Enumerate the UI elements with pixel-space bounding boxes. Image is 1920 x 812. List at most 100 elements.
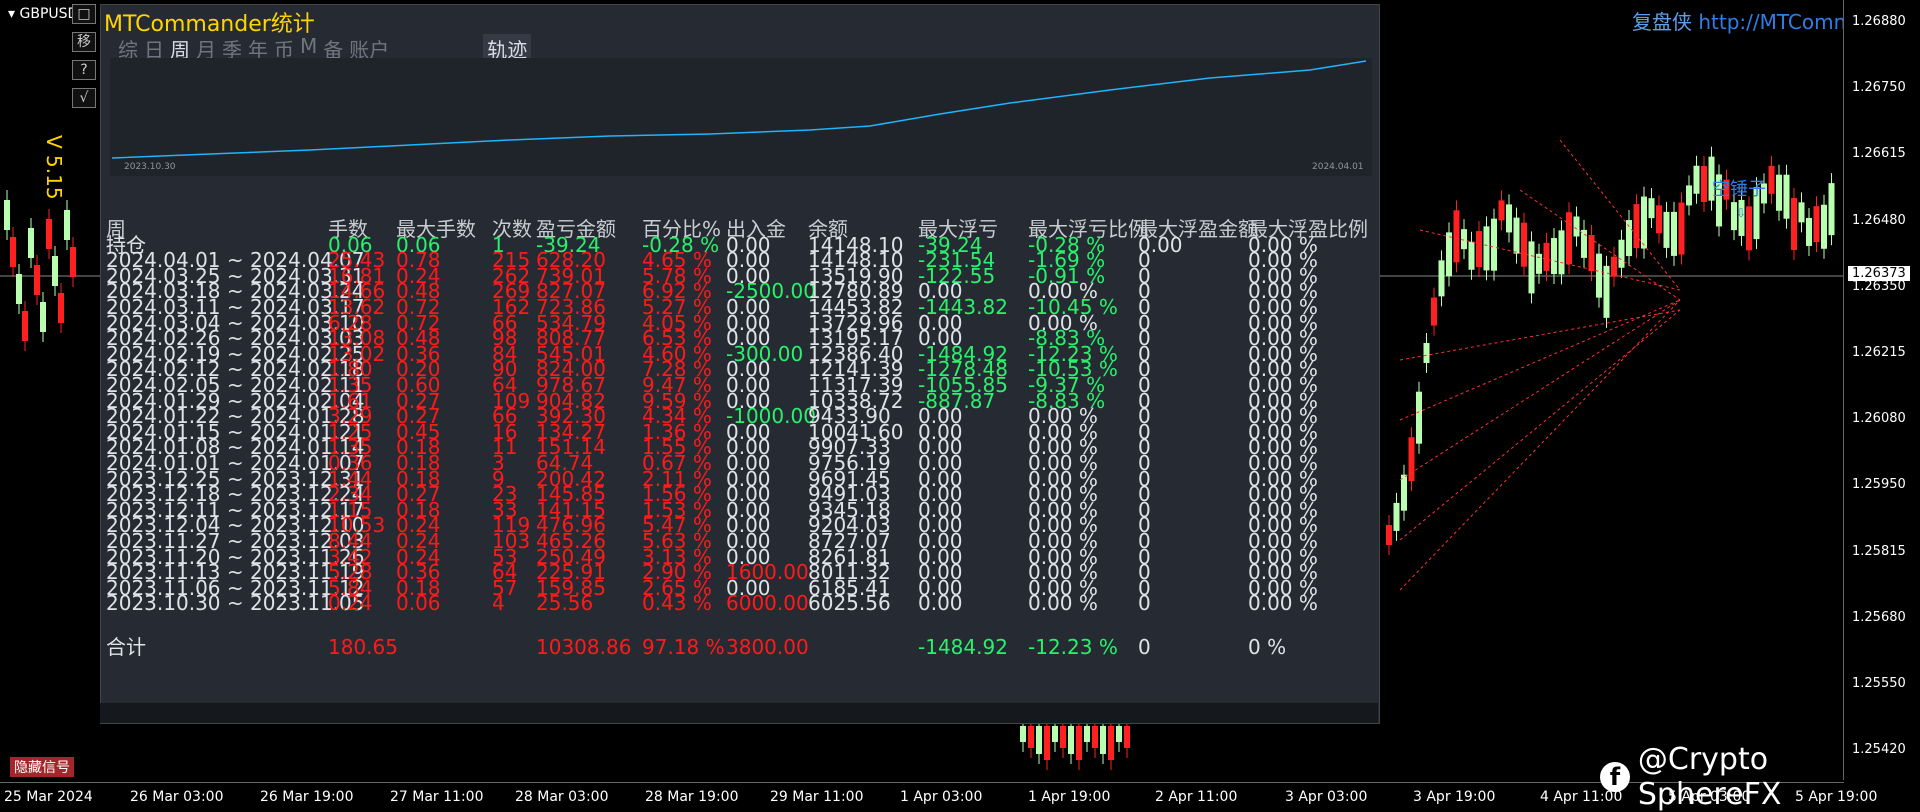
cell-pnl: 25.56	[536, 591, 594, 616]
price-tick: 1.26880	[1852, 14, 1906, 29]
trade-line	[1399, 299, 1681, 481]
candle	[1431, 297, 1437, 326]
annotation-text: 空锤子	[1712, 179, 1766, 200]
cell-max-float-loss-pct: 0.00 %	[1028, 591, 1098, 616]
candle	[1791, 198, 1797, 251]
cell-count: 4	[492, 591, 505, 616]
candle	[1573, 216, 1580, 237]
time-axis[interactable]: 25 Mar 2024 26 Mar 03:00 26 Mar 19:00 27 Ma…	[0, 782, 1877, 811]
cell-max-float-profit-pct: 0.00 %	[1248, 591, 1318, 616]
candle	[1468, 241, 1475, 270]
time-label: 28 Mar 19:00	[645, 789, 739, 805]
symbol-tab[interactable]: ▾ GBPUSD	[4, 6, 83, 22]
candle	[1408, 437, 1415, 482]
candle	[1438, 260, 1445, 297]
candle	[1656, 205, 1662, 234]
total-max-float-profit: 0	[1138, 634, 1151, 659]
price-tick: 1.26480	[1852, 212, 1906, 228]
candle	[22, 311, 28, 341]
candle	[1386, 525, 1392, 545]
brand-name: 复盘侠	[1632, 10, 1692, 34]
move-button[interactable]: 移	[72, 32, 96, 52]
brand-link[interactable]: 复盘侠 http://MTComm	[1632, 6, 1853, 35]
watermark-text: @Crypto SphereFX	[1637, 742, 1782, 812]
total-io: 3800.00	[726, 634, 809, 659]
candle	[28, 228, 34, 258]
candle	[1401, 474, 1407, 511]
candle	[1453, 210, 1460, 263]
equity-end-date: 2024.04.01	[1312, 162, 1364, 172]
candle	[1566, 212, 1572, 265]
price-tick: 1.25815	[1852, 543, 1906, 559]
candle	[1596, 253, 1602, 298]
candle	[1446, 232, 1452, 277]
candle	[10, 237, 16, 267]
time-label: 1 Apr 19:00	[1028, 789, 1111, 805]
current-price-label: 1.26373	[1848, 266, 1910, 281]
candle	[4, 200, 10, 230]
hide-signal-button[interactable]: 隐藏信号	[10, 757, 74, 777]
time-label: 29 Mar 11:00	[770, 789, 864, 805]
candle	[1084, 726, 1090, 742]
candle	[1648, 198, 1655, 219]
candle	[1821, 204, 1827, 249]
candle	[1483, 226, 1490, 271]
candle	[1108, 726, 1114, 760]
candle	[1641, 196, 1647, 249]
candle	[1020, 726, 1026, 742]
time-label: 26 Mar 03:00	[130, 789, 224, 805]
candle	[1783, 174, 1790, 219]
candle	[1588, 235, 1595, 272]
trade-line	[1399, 299, 1681, 591]
price-tick: 1.25950	[1852, 477, 1906, 493]
minimize-button[interactable]: □	[72, 4, 96, 24]
candle	[70, 247, 76, 277]
candle	[1543, 242, 1550, 271]
time-label: 2 Apr 11:00	[1155, 789, 1238, 805]
candle	[1618, 239, 1625, 268]
time-label: 3 Apr 03:00	[1285, 789, 1368, 805]
total-max-float-profit-pct: 0 %	[1248, 634, 1287, 659]
candle	[1044, 726, 1050, 760]
cell-pct: 0.43 %	[642, 591, 712, 616]
cell-max-lots: 0.06	[396, 591, 441, 616]
price-tick: 1.26350	[1852, 278, 1906, 294]
time-label: 3 Apr 19:00	[1413, 789, 1496, 805]
candle	[1491, 218, 1497, 271]
candle	[1052, 726, 1058, 742]
candle	[1513, 217, 1520, 254]
candle	[1693, 165, 1700, 194]
candle	[1506, 204, 1512, 233]
version-label: V 5.15	[42, 135, 66, 200]
time-label: 1 Apr 03:00	[900, 789, 983, 805]
candle	[1776, 174, 1782, 211]
price-tick: 1.26615	[1852, 146, 1906, 162]
candle	[1581, 229, 1587, 258]
candle	[1423, 342, 1430, 363]
cell-io: 6000.00	[726, 591, 809, 616]
cell-balance: 6025.56	[808, 591, 891, 616]
pattern-annotation: 空锤子 ⇩	[1712, 175, 1766, 222]
total-lots: 180.65	[328, 634, 398, 659]
candle	[1701, 165, 1707, 202]
price-tick: 1.26215	[1852, 345, 1906, 360]
help-button[interactable]: ?	[72, 60, 96, 80]
arrow-down-icon: ⇩	[1736, 206, 1747, 220]
candle	[1551, 238, 1557, 275]
candle	[1828, 183, 1835, 236]
candle	[1028, 726, 1034, 748]
confirm-button[interactable]: √	[72, 88, 96, 108]
candle	[64, 210, 70, 240]
candle	[1393, 502, 1400, 531]
candle	[1476, 231, 1482, 268]
cell-max-float-profit: 0	[1138, 591, 1151, 616]
candle	[1076, 726, 1082, 760]
cell-period: 2023.10.30 ~ 2023.11.05	[106, 591, 365, 616]
price-axis[interactable]: 1.26880 1.26750 1.26615 1.26480 1.26350 1.262…	[1843, 0, 1920, 780]
time-label: 25 Mar 2024	[4, 789, 93, 805]
facebook-icon: f	[1600, 762, 1630, 792]
watermark: f @Crypto SphereFX	[1600, 742, 1920, 812]
cell-lots: 0.24	[328, 591, 373, 616]
candle	[58, 293, 64, 323]
equity-start-date: 2023.10.30	[124, 162, 176, 172]
